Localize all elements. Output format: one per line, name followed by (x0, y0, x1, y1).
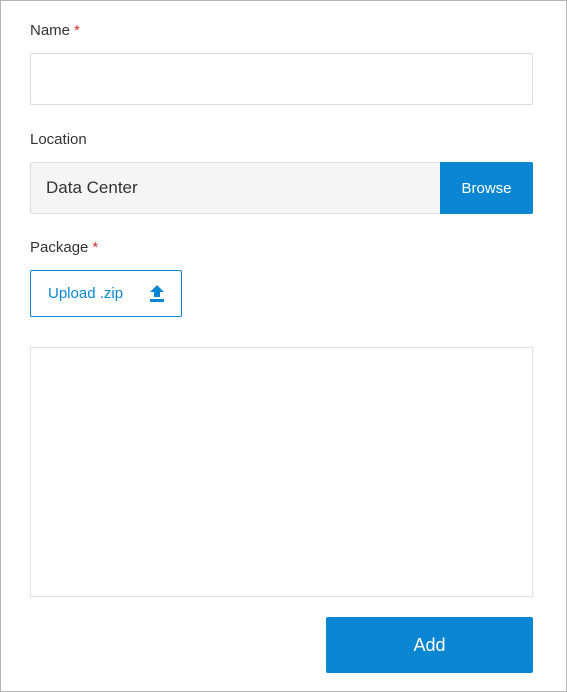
name-label-text: Name (30, 22, 71, 39)
browse-button[interactable]: Browse (440, 162, 533, 214)
location-label-text: Location (30, 131, 87, 148)
upload-icon (150, 285, 164, 302)
package-label-text: Package (30, 239, 89, 256)
add-package-form: Name * Location Data Center Browse Packag… (0, 0, 567, 692)
package-file-list (30, 347, 533, 597)
package-label: Package * (30, 239, 98, 257)
name-input[interactable] (30, 53, 533, 105)
location-label: Location (30, 131, 87, 149)
location-field: Data Center (30, 162, 440, 214)
upload-zip-label: Upload .zip (48, 285, 124, 302)
required-asterisk: * (74, 22, 80, 39)
add-button[interactable]: Add (326, 617, 533, 673)
required-asterisk: * (92, 239, 99, 256)
upload-zip-button[interactable]: Upload .zip (30, 270, 182, 317)
name-label: Name * (30, 22, 80, 40)
